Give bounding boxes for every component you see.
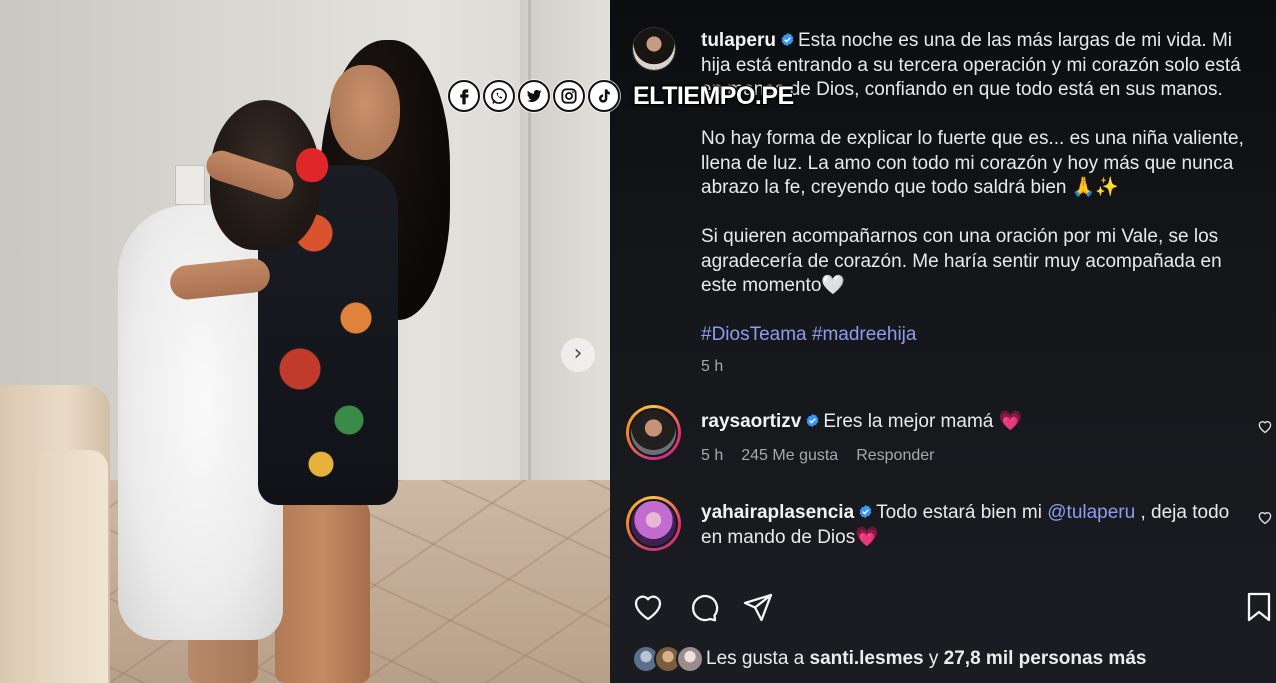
comment-like-count[interactable]: 245 Me gusta — [741, 444, 838, 469]
caption-hashtags[interactable]: #DiosTeama #madreehija — [701, 323, 1256, 348]
share-paper-plane-icon[interactable] — [741, 590, 775, 624]
liker-username[interactable]: santi.lesmes — [810, 648, 924, 669]
whatsapp-icon[interactable] — [483, 80, 515, 112]
commenter-avatar[interactable] — [626, 496, 681, 551]
verified-badge-icon — [781, 32, 794, 47]
comment-item: yahairaplasencia Todo estará bien mi @tul… — [626, 496, 1272, 566]
commenter-username[interactable]: yahairaplasencia — [701, 502, 854, 523]
comment-mention-link[interactable]: @tulaperu — [1047, 502, 1135, 523]
post-author-username[interactable]: tulaperu — [701, 30, 776, 51]
publisher-watermark: ELTIEMPO.PE — [448, 79, 794, 113]
likes-count[interactable]: 27,8 mil personas más — [944, 648, 1147, 669]
photo-woman-face — [330, 65, 400, 160]
liker-avatars[interactable] — [632, 645, 704, 673]
comment-heart-icon[interactable] — [1256, 508, 1274, 526]
carousel-next-button[interactable]: › — [561, 338, 595, 372]
comment-timestamp: 5 h — [701, 446, 724, 464]
verified-badge-icon — [806, 413, 819, 428]
photo-woman-legs — [275, 495, 370, 683]
likes-summary: Les gusta a santi.lesmes y 27,8 mil pers… — [610, 640, 1276, 683]
comment-text: Eres la mejor mamá 💗 — [823, 411, 1023, 432]
comments-scroll-fade — [610, 560, 1276, 582]
comment-bubble-icon[interactable] — [686, 590, 720, 624]
post-timestamp: 5 h — [701, 358, 724, 375]
publisher-logo-text: ELTIEMPO.PE — [633, 81, 794, 110]
photo-light-switch — [175, 165, 205, 205]
tiktok-icon[interactable] — [588, 80, 620, 112]
bookmark-save-icon[interactable] — [1242, 590, 1272, 624]
commenter-avatar[interactable] — [626, 405, 681, 460]
likes-prefix: Les gusta a — [706, 648, 810, 669]
facebook-icon[interactable] — [448, 80, 480, 112]
post-action-bar — [610, 582, 1276, 632]
verified-badge-icon — [859, 504, 872, 519]
likes-summary-text: Les gusta a santi.lesmes y 27,8 mil pers… — [706, 648, 1146, 670]
like-heart-icon[interactable] — [631, 590, 665, 624]
caption-paragraph-2: No hay forma de explicar lo fuerte que e… — [701, 128, 1244, 198]
likes-connector: y — [923, 648, 944, 669]
caption-paragraph-3: Si quieren acompañarnos con una oración … — [701, 226, 1222, 296]
post-author-avatar[interactable] — [632, 27, 676, 71]
liker-avatar — [676, 645, 704, 673]
comment-reply-button[interactable]: Responder — [856, 444, 934, 469]
comment-heart-icon[interactable] — [1256, 417, 1274, 435]
photo-wall — [520, 0, 610, 520]
comment-text: Todo estará bien mi — [876, 502, 1048, 523]
twitter-icon[interactable] — [518, 80, 550, 112]
commenter-username[interactable]: raysaortizv — [701, 411, 801, 432]
photo-door-edge — [528, 0, 531, 500]
photo-heart-emoji-cover — [296, 148, 328, 182]
instagram-icon[interactable] — [553, 80, 585, 112]
photo-sofa-arm — [38, 450, 108, 683]
comment-item: raysaortizv Eres la mejor mamá 💗 5 h 245 … — [626, 405, 1272, 475]
